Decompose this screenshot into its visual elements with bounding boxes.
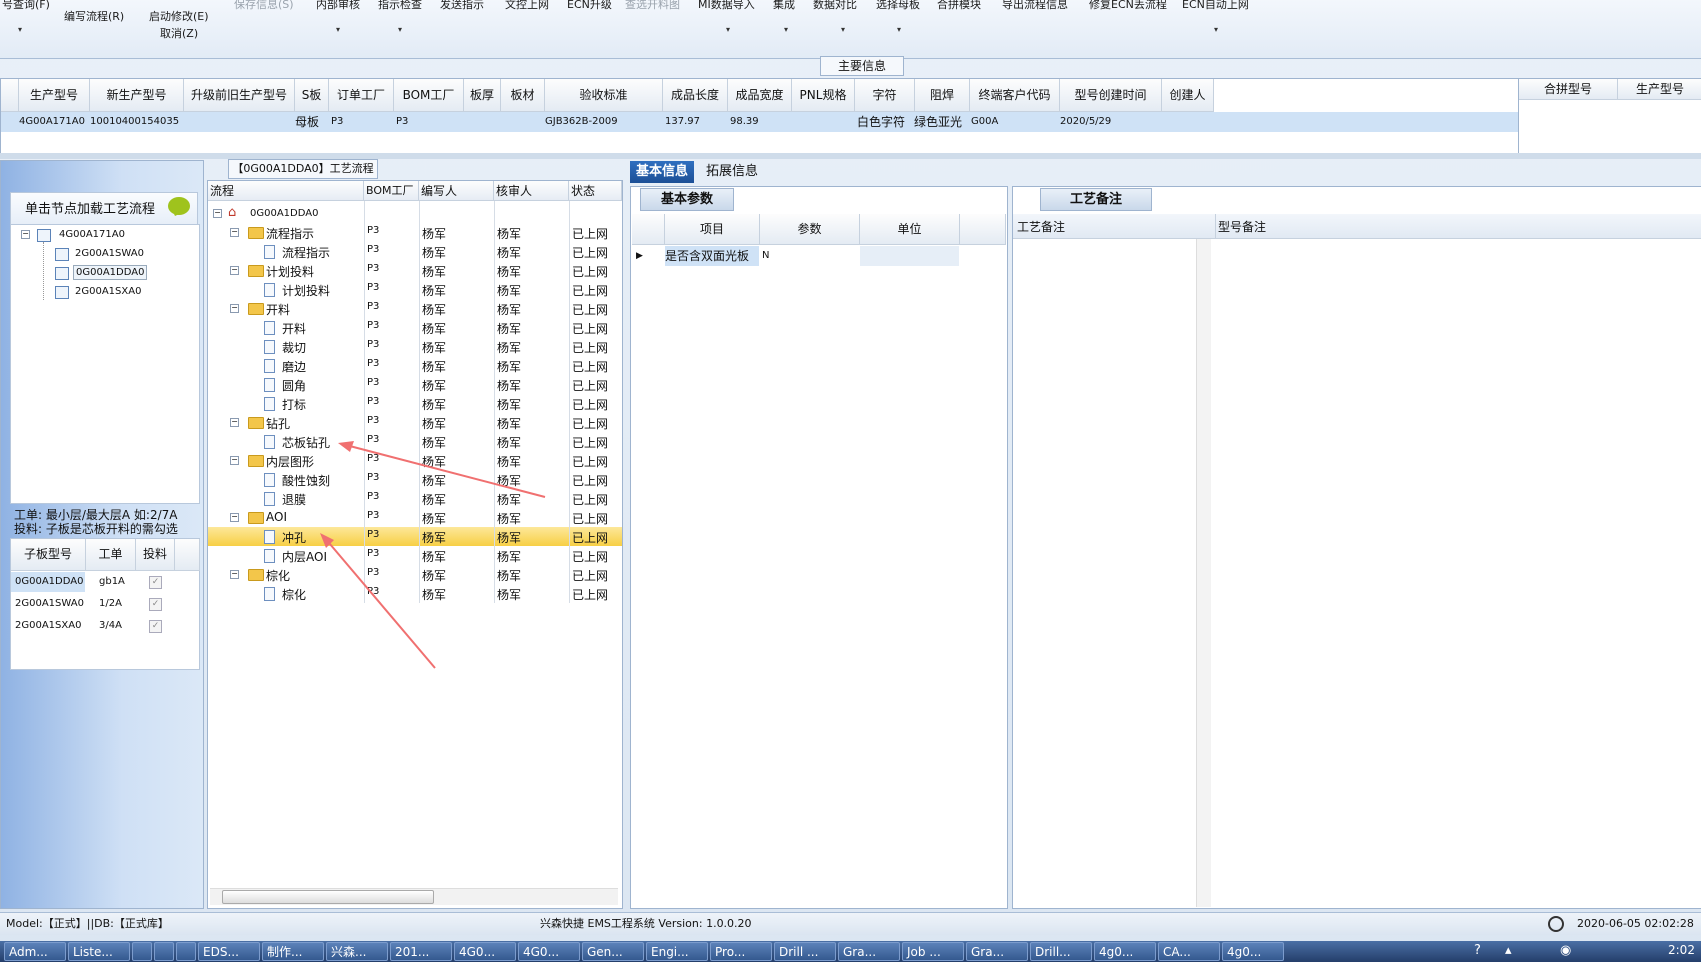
basic-params-panel	[630, 186, 1008, 909]
basic-params-title: 基本参数	[640, 188, 734, 211]
cell-param[interactable]: N	[760, 246, 859, 266]
taskbar-item[interactable]: Gen...	[582, 942, 644, 961]
arrow-head	[338, 441, 354, 452]
taskbar-item[interactable]: 4g0...	[1222, 942, 1284, 961]
taskbar-item[interactable]: Adm...	[4, 942, 66, 961]
cell-item[interactable]: 是否含双面光板	[665, 246, 759, 266]
taskbar-item[interactable]: Job ...	[902, 942, 964, 961]
taskbar-item[interactable]: 兴森...	[326, 942, 388, 961]
col-header[interactable]: 型号备注	[1216, 218, 1266, 235]
taskbar-item[interactable]: 制作...	[262, 942, 324, 961]
col-header[interactable]: 单位	[860, 214, 960, 245]
taskbar-item[interactable]: EDS...	[198, 942, 260, 961]
taskbar-item[interactable]: Pro...	[710, 942, 772, 961]
status-bar: Model:【正式】||DB:【正式库】 兴森快捷 EMS工程系统 Versio…	[0, 912, 1701, 935]
craft-remarks-panel	[1012, 186, 1701, 909]
vertical-scrollbar[interactable]	[1196, 239, 1211, 907]
version-label: 兴森快捷 EMS工程系统 Version: 1.0.0.20	[540, 917, 752, 930]
taskbar-item[interactable]: 201...	[390, 942, 452, 961]
taskbar-item[interactable]: Engi...	[646, 942, 708, 961]
col-header[interactable]: 参数	[760, 214, 860, 245]
tab-extended-info[interactable]: 拓展信息	[700, 161, 764, 183]
arrow-line	[341, 443, 546, 498]
tab-basic-info[interactable]: 基本信息	[630, 161, 695, 183]
taskbar-item[interactable]: Liste...	[68, 942, 130, 961]
datetime-label: 2020-06-05 02:02:28	[1577, 917, 1694, 930]
taskbar-item[interactable]: Drill...	[1030, 942, 1092, 961]
row-indicator-icon: ▶	[636, 251, 643, 261]
tab-bar	[630, 160, 1701, 184]
taskbar-item[interactable]: 4g0...	[1094, 942, 1156, 961]
model-db-status: Model:【正式】||DB:【正式库】	[6, 917, 169, 930]
taskbar-item[interactable]	[132, 942, 152, 961]
taskbar-item[interactable]: 4G0...	[518, 942, 580, 961]
taskbar-item[interactable]: Gra...	[838, 942, 900, 961]
craft-remarks-title: 工艺备注	[1040, 188, 1152, 211]
cell-unit[interactable]	[860, 246, 959, 266]
grid-filler	[960, 214, 1006, 245]
help-icon[interactable]: ?	[1474, 943, 1481, 958]
grid-corner	[632, 214, 665, 245]
taskbar-item[interactable]	[154, 942, 174, 961]
taskbar-item[interactable]: CA...	[1158, 942, 1220, 961]
taskbar-clock[interactable]: 2:02	[1668, 943, 1695, 957]
clock-icon	[1548, 916, 1564, 932]
tray-arrow-icon[interactable]: ▴	[1505, 943, 1512, 958]
col-header[interactable]: 项目	[665, 214, 760, 245]
taskbar-item[interactable]	[176, 942, 196, 961]
taskbar-item[interactable]: 4G0...	[454, 942, 516, 961]
col-header[interactable]: 工艺备注	[1017, 218, 1065, 235]
arrow-line	[323, 536, 436, 669]
network-icon[interactable]: ◉	[1560, 943, 1571, 958]
taskbar-item[interactable]: Gra...	[966, 942, 1028, 961]
craft-header-bar: 工艺备注 型号备注	[1013, 214, 1701, 239]
taskbar-item[interactable]: Drill ...	[774, 942, 836, 961]
